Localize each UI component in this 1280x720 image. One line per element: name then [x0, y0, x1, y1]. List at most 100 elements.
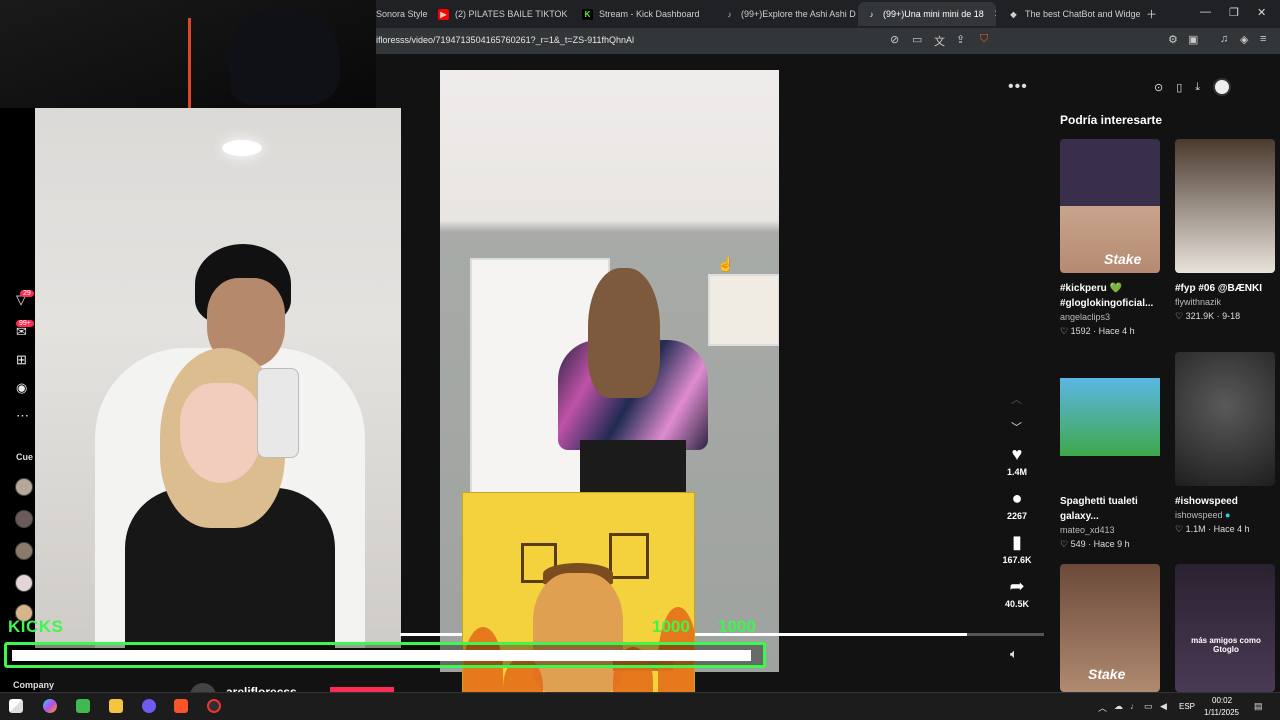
speaker-icon[interactable]: ◀ — [1160, 701, 1167, 712]
suggestion-card[interactable]: Spaghetti tualeti galaxy... mateo_xd413 … — [1060, 352, 1160, 550]
suggestion-card[interactable]: Stake #kickperu 💚 #gloglokingoficial... … — [1060, 139, 1160, 337]
following-heading: Cue — [16, 452, 34, 462]
chevron-up-icon[interactable]: ︿ — [1011, 391, 1022, 407]
app-icon[interactable] — [142, 699, 156, 713]
upload-icon[interactable]: ⊞ — [16, 352, 27, 368]
suggestion-card[interactable]: #fyp #06 @BÆNKI flywithnazik ♡ 321.9K · … — [1175, 139, 1275, 322]
suggestion-thumbnail[interactable] — [1175, 352, 1275, 486]
extensions-icon[interactable]: ⚙ — [1168, 33, 1178, 46]
video-wall-art — [708, 274, 779, 346]
cloud-icon[interactable]: ☁ — [1114, 701, 1123, 712]
clock-time[interactable]: 00:02 — [1212, 696, 1232, 705]
suggestion-title[interactable]: #ishowspeed — [1175, 494, 1275, 509]
kicks-counter: 1000 — [652, 617, 690, 636]
sidebar-icon[interactable]: ▣ — [1188, 33, 1198, 46]
avatar[interactable] — [15, 478, 33, 496]
obs-icon[interactable] — [207, 699, 221, 713]
tab-current-video[interactable]: ♪ (99+)Una mini mini de 18 ✕ — [858, 2, 996, 26]
cast-icon[interactable]: ▭ — [912, 33, 922, 46]
suggestion-thumbnail[interactable] — [1060, 352, 1160, 486]
notification-icon[interactable]: ▤ — [1254, 701, 1263, 712]
suggestion-title[interactable]: #kickperu 💚 #gloglokingoficial... — [1060, 281, 1160, 311]
tab-sonora[interactable]: Sonora Style — [368, 2, 428, 26]
restore-icon[interactable]: ❐ — [1229, 6, 1239, 19]
share-arrow-icon: ➦ — [1009, 576, 1025, 596]
translate-icon[interactable]: 文 — [934, 33, 945, 49]
user-avatar[interactable] — [1213, 78, 1232, 96]
suggestion-thumbnail[interactable]: más amigos como Gtoglo — [1175, 564, 1275, 692]
share-icon[interactable]: ⇪ — [956, 33, 965, 46]
tab-chatbot[interactable]: ◆ The best ChatBot and Widgets — [1000, 2, 1140, 26]
network-icon[interactable]: ▭ — [1144, 701, 1153, 712]
tiktok-icon: ♪ — [727, 9, 732, 19]
suggestion-thumbnail[interactable]: Stake — [1060, 139, 1160, 273]
coins-icon[interactable]: ⊙ — [1154, 81, 1163, 94]
suggestion-title[interactable]: Spaghetti tualeti galaxy... — [1060, 494, 1160, 524]
tab-label: (99+)Explore the Ashi Ashi Dan — [741, 9, 856, 19]
tab-pilates[interactable]: ▶ (2) PILATES BAILE TIKTOK TUTO — [430, 2, 570, 26]
menu-icon[interactable]: ≡ — [1260, 33, 1266, 45]
suggestion-author[interactable]: flywithnazik — [1175, 297, 1275, 307]
inbox-badge: 29 — [20, 290, 34, 297]
music-icon[interactable]: ♫ — [1220, 33, 1228, 45]
couple-photo-overlay — [35, 108, 401, 648]
download-icon[interactable]: ⤓ — [1195, 81, 1200, 94]
tray-chevron-icon[interactable]: ︿ — [1098, 701, 1107, 714]
top-right-icons: ⊙ ▯ ⤓ — [1154, 78, 1232, 96]
suggestion-meta: ♡ 549 · Hace 9 h — [1060, 539, 1130, 549]
comment-icon: ● — [1011, 488, 1023, 508]
suggestion-thumbnail[interactable]: Stake — [1060, 564, 1160, 692]
windows-start-icon[interactable] — [9, 699, 23, 713]
suggestion-card[interactable]: más amigos como Gtoglo — [1175, 564, 1275, 692]
close-tab-icon[interactable]: ✕ — [994, 9, 996, 20]
tab-explore-ashi[interactable]: ♪ (99+)Explore the Ashi Ashi Dan — [716, 2, 857, 26]
suggestion-age: Hace 4 h — [1098, 326, 1135, 336]
share-button[interactable]: ➦ 40.5K — [997, 576, 1037, 609]
clock-date[interactable]: 1/11/2025 — [1204, 708, 1239, 717]
mic-icon[interactable]: ♩ — [1130, 701, 1139, 711]
copilot-icon[interactable] — [43, 699, 57, 713]
thumbnail-caption: más amigos como Gtoglo — [1191, 636, 1261, 654]
close-window-icon[interactable]: ✕ — [1257, 6, 1266, 19]
suggestion-thumbnail[interactable] — [1175, 139, 1275, 273]
tab-label: (2) PILATES BAILE TIKTOK TUTO — [455, 9, 570, 19]
webcam-overlay — [0, 0, 376, 108]
phone-app-icon[interactable]: ▯ — [1176, 81, 1182, 94]
comment-count: 2267 — [1006, 511, 1028, 521]
more-icon[interactable]: ⋯ — [16, 408, 29, 424]
suggestion-likes: 321.9K — [1185, 311, 1215, 321]
stake-logo: Stake — [1104, 251, 1142, 267]
no-signal-icon[interactable]: ⊘ — [890, 33, 899, 46]
minimize-icon[interactable]: — — [1200, 6, 1211, 18]
save-button[interactable]: ▮ 167.6K — [997, 532, 1037, 565]
new-tab-icon[interactable]: ＋ — [1146, 6, 1157, 22]
tab-kick-dashboard[interactable]: K Stream - Kick Dashboard — [574, 2, 714, 26]
suggestion-card[interactable]: #ishowspeed ishowspeed ● ♡ 1.1M · Hace 4… — [1175, 352, 1275, 535]
url-field[interactable]: ifloresss/video/7194713504165760261?_r=1… — [376, 35, 634, 45]
language-indicator[interactable]: ESP — [1179, 702, 1195, 711]
comment-button[interactable]: ● 2267 — [997, 488, 1037, 521]
suggestion-age: Hace 9 h — [1093, 539, 1130, 549]
chevron-down-icon[interactable]: ﹀ — [1011, 419, 1022, 435]
profile-icon[interactable]: ◉ — [16, 380, 27, 396]
vpn-icon[interactable]: ◈ — [1240, 33, 1248, 46]
avatar[interactable] — [15, 574, 33, 592]
suggestion-card[interactable]: Stake — [1060, 564, 1160, 692]
suggestion-title[interactable]: #fyp #06 @BÆNKI — [1175, 281, 1275, 296]
suggestion-author[interactable]: mateo_xd413 — [1060, 525, 1160, 535]
avatar[interactable] — [15, 510, 33, 528]
suggestion-meta: ♡ 321.9K · 9-18 — [1175, 311, 1241, 321]
verified-icon: ● — [1225, 510, 1231, 520]
brave-icon[interactable] — [174, 699, 188, 713]
suggestion-author[interactable]: angelaclips3 — [1060, 312, 1160, 322]
more-options-icon[interactable]: ••• — [1008, 78, 1028, 96]
file-explorer-icon[interactable] — [109, 699, 123, 713]
avatar[interactable] — [15, 542, 33, 560]
suggestion-author[interactable]: ishowspeed ● — [1175, 510, 1275, 520]
like-button[interactable]: ♥ 1.4M — [997, 444, 1037, 477]
brave-shield-icon[interactable]: ⛉ — [980, 33, 988, 46]
company-link[interactable]: Company — [13, 680, 54, 690]
store-icon[interactable] — [76, 699, 90, 713]
volume-icon[interactable]: 🔈︎ — [1010, 646, 1018, 662]
meme-dog — [533, 573, 623, 693]
